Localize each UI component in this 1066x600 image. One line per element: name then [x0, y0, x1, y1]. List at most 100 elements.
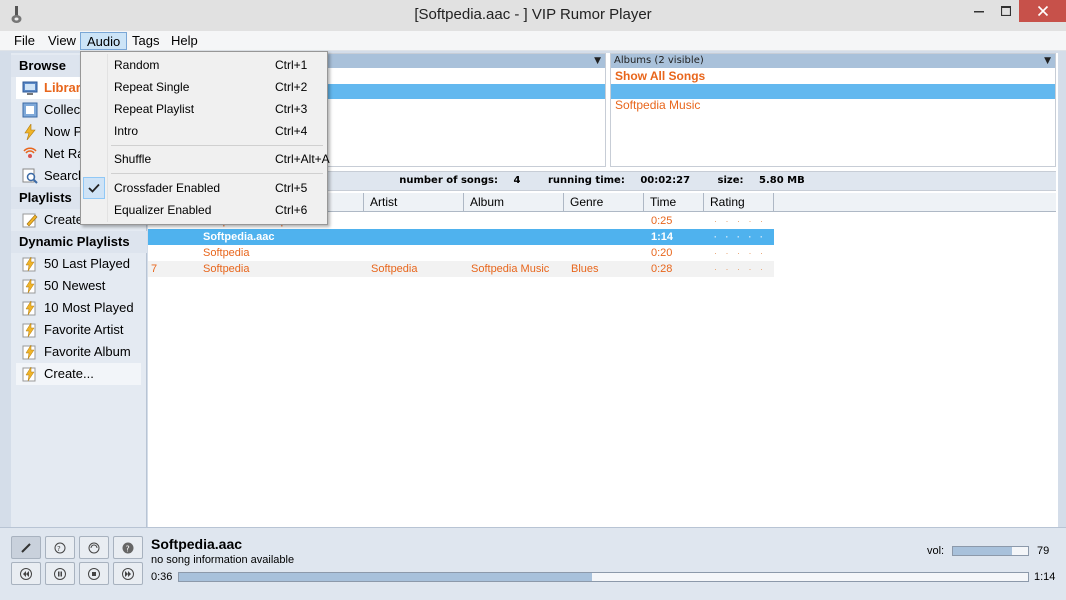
albums-pane[interactable]: Albums (2 visible) ▼ Show All Songs Soft…: [610, 53, 1056, 167]
menu-item-label: Crossfader Enabled: [114, 181, 221, 195]
menu-item-shuffle[interactable]: Shuffle Ctrl+Alt+A: [83, 148, 330, 170]
sidebar-item-10-most-played[interactable]: 10 Most Played: [16, 297, 141, 319]
sidebar-item-50-last-played[interactable]: 50 Last Played: [16, 253, 141, 275]
menu-separator: [111, 173, 323, 174]
menu-item-crossfader[interactable]: Crossfader Enabled Ctrl+5: [83, 177, 325, 199]
track-time: 0:28: [651, 263, 673, 275]
help-button[interactable]: ?: [113, 536, 143, 559]
track-rating[interactable]: · · · · ·: [714, 229, 766, 245]
album-row-show-all[interactable]: Show All Songs: [611, 69, 1055, 84]
track-time: 0:25: [651, 215, 673, 227]
track-rating[interactable]: · · · · ·: [714, 213, 766, 229]
close-button[interactable]: [1019, 0, 1066, 22]
menu-item-repeat-single[interactable]: Repeat Single Ctrl+2: [83, 76, 325, 98]
previous-button[interactable]: [11, 562, 41, 585]
volume-value: 79: [1037, 545, 1050, 557]
sidebar-item-50-newest[interactable]: 50 Newest: [16, 275, 141, 297]
track-title: Softpedia: [203, 263, 250, 275]
sidebar-item-create-dynamic[interactable]: Create...: [16, 363, 141, 385]
menu-item-label: Repeat Single: [114, 80, 190, 94]
chevron-down-icon: ▼: [1044, 56, 1051, 66]
pause-icon: [54, 567, 66, 580]
column-header-artist[interactable]: Artist: [364, 193, 464, 212]
repeat-button[interactable]: [79, 536, 109, 559]
menu-item-shortcut: Ctrl+1: [275, 58, 308, 72]
now-playing-title: Softpedia.aac: [151, 536, 243, 552]
track-rating[interactable]: · · · · ·: [714, 245, 766, 261]
dynamic-playlist-icon: [22, 322, 36, 338]
menu-item-shortcut: Ctrl+6: [275, 203, 308, 217]
volume-label: vol:: [927, 545, 945, 557]
table-row[interactable]: 7 Softpedia Softpedia Softpedia Music Bl…: [148, 261, 774, 277]
library-size: size: 5.80 MB: [717, 175, 805, 186]
menu-item-equalizer[interactable]: Equalizer Enabled Ctrl+6: [83, 199, 325, 221]
previous-icon: [20, 567, 32, 580]
menu-tags[interactable]: Tags: [126, 32, 165, 50]
sidebar-item-favorite-artist[interactable]: Favorite Artist: [16, 319, 141, 341]
sidebar-item-label: Favorite Album: [44, 344, 131, 359]
eject-button[interactable]: [11, 536, 41, 559]
column-header-time[interactable]: Time: [644, 193, 704, 212]
menu-item-label: Equalizer Enabled: [114, 203, 212, 217]
track-time: 1:14: [651, 231, 674, 243]
maximize-icon: [1000, 6, 1011, 16]
running-time: running time: 00:02:27: [547, 175, 691, 186]
window-title: [Softpedia.aac - ] VIP Rumor Player: [414, 6, 652, 23]
help-icon: ?: [122, 542, 134, 553]
albums-pane-header[interactable]: Albums (2 visible) ▼: [611, 54, 1055, 68]
now-playing-info: no song information available: [151, 554, 295, 566]
eject-icon: [21, 542, 31, 553]
menu-item-label: Shuffle: [114, 152, 152, 166]
seek-bar[interactable]: [178, 572, 1029, 582]
menu-item-random[interactable]: Random Ctrl+1: [83, 54, 325, 76]
menu-help[interactable]: Help: [165, 32, 204, 50]
dynamic-playlists-header: Dynamic Playlists: [11, 231, 147, 253]
menu-item-intro[interactable]: Intro Ctrl+4: [83, 120, 325, 142]
checkmark-icon: [83, 177, 105, 199]
album-row-selected[interactable]: [611, 84, 1055, 99]
minimize-icon: [974, 11, 984, 13]
stop-button[interactable]: [79, 562, 109, 585]
menu-item-shortcut: Ctrl+5: [275, 181, 308, 195]
sidebar-item-favorite-album[interactable]: Favorite Album: [16, 341, 141, 363]
lightning-icon: [24, 124, 36, 140]
menu-separator: [111, 145, 323, 146]
albums-pane-title: Albums (2 visible): [614, 55, 704, 66]
repeat-icon: [88, 542, 100, 553]
table-row-selected[interactable]: Softpedia.aac 1:14 · · · · ·: [148, 229, 774, 245]
volume-slider[interactable]: [952, 546, 1029, 556]
column-header-rating[interactable]: Rating: [704, 193, 774, 212]
maximize-button[interactable]: [992, 0, 1019, 22]
track-title: Softpedia.aac: [203, 231, 275, 243]
menu-audio[interactable]: Audio: [80, 32, 128, 50]
pause-button[interactable]: [45, 562, 75, 585]
svg-text:?: ?: [57, 545, 61, 553]
pencil-icon: [22, 213, 38, 228]
menu-item-shortcut: Ctrl+Alt+A: [275, 152, 330, 166]
title-bar: [Softpedia.aac - ] VIP Rumor Player: [0, 0, 1066, 31]
dynamic-playlist-icon: [22, 344, 36, 360]
dynamic-playlist-icon: [22, 256, 36, 272]
shuffle-button[interactable]: ?: [45, 536, 75, 559]
track-time: 0:20: [651, 247, 673, 259]
total-time: 1:14: [1034, 571, 1056, 583]
sidebar-item-label: Create...: [44, 366, 94, 381]
library-icon: [22, 81, 38, 95]
sidebar-item-label: 50 Last Played: [44, 256, 131, 271]
chevron-down-icon: ▼: [594, 56, 601, 66]
menu-item-repeat-playlist[interactable]: Repeat Playlist Ctrl+3: [83, 98, 325, 120]
dynamic-playlist-icon: [22, 300, 36, 316]
table-row[interactable]: Softpedia 0:20 · · · · ·: [148, 245, 774, 261]
next-button[interactable]: [113, 562, 143, 585]
menu-view[interactable]: View: [42, 32, 82, 50]
album-row[interactable]: Softpedia Music: [611, 98, 1055, 113]
minimize-button[interactable]: [966, 0, 992, 22]
player-bar: ? ? Softpedia.aac no song information av…: [0, 527, 1066, 600]
dynamic-playlist-icon: [22, 366, 36, 382]
track-rating[interactable]: · · · · ·: [714, 261, 766, 277]
shuffle-icon: ?: [54, 542, 66, 553]
column-header-genre[interactable]: Genre: [564, 193, 644, 212]
column-header-album[interactable]: Album: [464, 193, 564, 212]
menu-file[interactable]: File: [8, 32, 41, 50]
search-icon: [22, 168, 38, 184]
